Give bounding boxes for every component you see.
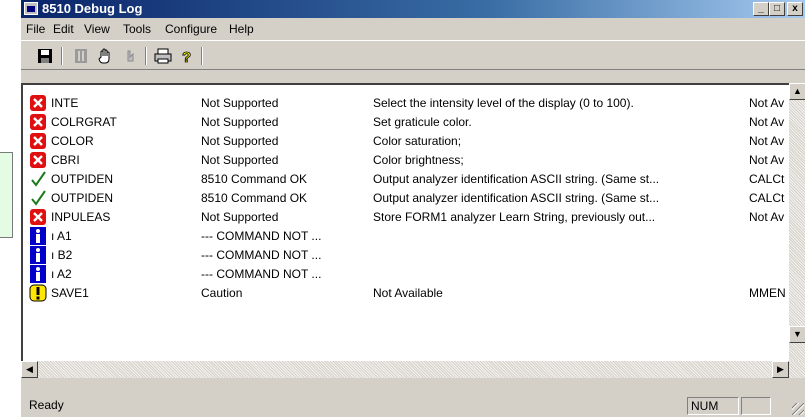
command-extra: Not Av <box>749 96 785 110</box>
list-item[interactable]: OUTPIDEN 8510 Command OK Output analyzer… <box>23 169 789 188</box>
toolbar-separator <box>145 47 147 65</box>
command-description: Color saturation; <box>373 134 462 148</box>
command-status: Not Supported <box>201 210 279 224</box>
help-icon[interactable]: ? <box>177 46 197 66</box>
command-extra: MMEN <box>749 286 786 300</box>
minimize-button[interactable]: _ <box>753 2 769 16</box>
error-icon <box>29 113 47 131</box>
error-icon <box>29 132 47 150</box>
command-name: ı B2 <box>51 248 73 262</box>
check-icon <box>29 170 47 188</box>
command-status: Not Supported <box>201 115 279 129</box>
list-item[interactable]: COLRGRAT Not Supported Set graticule col… <box>23 112 789 131</box>
error-icon <box>29 151 47 169</box>
menu-tools[interactable]: Tools <box>123 22 151 36</box>
save-icon[interactable] <box>35 46 55 66</box>
list-item[interactable]: ı A2 --- COMMAND NOT ... <box>23 264 789 283</box>
menu-view[interactable]: View <box>84 22 110 36</box>
status-text: Ready <box>29 398 64 412</box>
command-status: --- COMMAND NOT ... <box>201 229 322 243</box>
command-extra: Not Av <box>749 115 785 129</box>
close-button[interactable]: x <box>787 2 803 16</box>
debug-log-window: 8510 Debug Log _ □ x File Edit View Tool… <box>20 0 805 417</box>
command-status: Caution <box>201 286 243 300</box>
menu-edit[interactable]: Edit <box>53 22 74 36</box>
toolbar-separator <box>201 47 203 65</box>
command-name: INPULEAS <box>51 210 111 224</box>
list-item[interactable]: COLOR Not Supported Color saturation; No… <box>23 131 789 150</box>
maximize-button[interactable]: □ <box>769 2 785 16</box>
command-extra: CALCt <box>749 191 785 205</box>
command-name: CBRI <box>51 153 80 167</box>
command-description: Output analyzer identification ASCII str… <box>373 191 660 205</box>
command-extra: Not Av <box>749 153 785 167</box>
app-icon <box>24 2 38 15</box>
status-bar: Ready NUM <box>21 395 805 417</box>
toolbar-separator <box>61 47 63 65</box>
command-status: --- COMMAND NOT ... <box>201 267 322 281</box>
command-extra: Not Av <box>749 210 785 224</box>
scroll-right-button[interactable]: ▶ <box>772 361 789 378</box>
stop-icon[interactable] <box>71 46 91 66</box>
menu-bar: File Edit View Tools Configure Help <box>21 19 805 38</box>
command-description: Not Available <box>373 286 443 300</box>
list-item[interactable]: ı A1 --- COMMAND NOT ... <box>23 226 789 245</box>
command-status: Not Supported <box>201 96 279 110</box>
scroll-down-button[interactable]: ▼ <box>789 326 805 343</box>
status-panel <box>741 397 771 415</box>
command-extra: CALCt <box>749 172 785 186</box>
scroll-up-button[interactable]: ▲ <box>789 83 805 100</box>
vertical-scrollbar[interactable]: ▲ ▼ <box>789 83 805 361</box>
list-item[interactable]: ı B2 --- COMMAND NOT ... <box>23 245 789 264</box>
command-description: Set graticule color. <box>373 115 472 129</box>
command-name: COLRGRAT <box>51 115 117 129</box>
horizontal-scrollbar[interactable]: ◀ ▶ <box>21 361 805 378</box>
info-icon <box>29 227 47 245</box>
log-list[interactable]: INTE Not Supported Select the intensity … <box>21 83 789 361</box>
list-item[interactable]: OUTPIDEN 8510 Command OK Output analyzer… <box>23 188 789 207</box>
command-status: Not Supported <box>201 153 279 167</box>
command-name: OUTPIDEN <box>51 172 114 186</box>
list-item[interactable]: INTE Not Supported Select the intensity … <box>23 93 789 112</box>
command-status: 8510 Command OK <box>201 172 308 186</box>
hand-icon[interactable] <box>95 46 115 66</box>
menu-configure[interactable]: Configure <box>165 22 217 36</box>
num-lock-indicator: NUM <box>687 397 739 415</box>
title-bar[interactable]: 8510 Debug Log _ □ x <box>21 0 805 18</box>
command-extra: Not Av <box>749 134 785 148</box>
list-item[interactable]: INPULEAS Not Supported Store FORM1 analy… <box>23 207 789 226</box>
command-name: INTE <box>51 96 79 110</box>
menu-help[interactable]: Help <box>229 22 254 36</box>
menu-file[interactable]: File <box>26 22 45 36</box>
info-icon <box>29 246 47 264</box>
info-icon <box>29 265 47 283</box>
toolbar: ? <box>21 40 805 70</box>
command-description: Output analyzer identification ASCII str… <box>373 172 660 186</box>
background-window-fragment <box>0 152 13 238</box>
command-name: SAVE1 <box>51 286 89 300</box>
check-icon <box>29 189 47 207</box>
svg-text:?: ? <box>182 49 191 64</box>
window-title: 8510 Debug Log <box>42 1 143 16</box>
command-status: Not Supported <box>201 134 279 148</box>
list-item[interactable]: SAVE1 Caution Not Available MMEN <box>23 283 789 302</box>
command-description: Select the intensity level of the displa… <box>373 96 634 110</box>
error-icon <box>29 94 47 112</box>
command-description: Color brightness; <box>373 153 464 167</box>
command-name: ı A1 <box>51 229 72 243</box>
error-icon <box>29 208 47 226</box>
command-name: COLOR <box>51 134 94 148</box>
step-icon[interactable] <box>121 46 141 66</box>
resize-grip[interactable] <box>792 403 804 415</box>
command-description: Store FORM1 analyzer Learn String, previ… <box>373 210 656 224</box>
warning-icon <box>29 284 47 302</box>
scroll-left-button[interactable]: ◀ <box>21 361 38 378</box>
list-item[interactable]: CBRI Not Supported Color brightness; Not… <box>23 150 789 169</box>
print-icon[interactable] <box>153 46 173 66</box>
command-status: 8510 Command OK <box>201 191 308 205</box>
command-name: ı A2 <box>51 267 72 281</box>
command-name: OUTPIDEN <box>51 191 114 205</box>
command-status: --- COMMAND NOT ... <box>201 248 322 262</box>
